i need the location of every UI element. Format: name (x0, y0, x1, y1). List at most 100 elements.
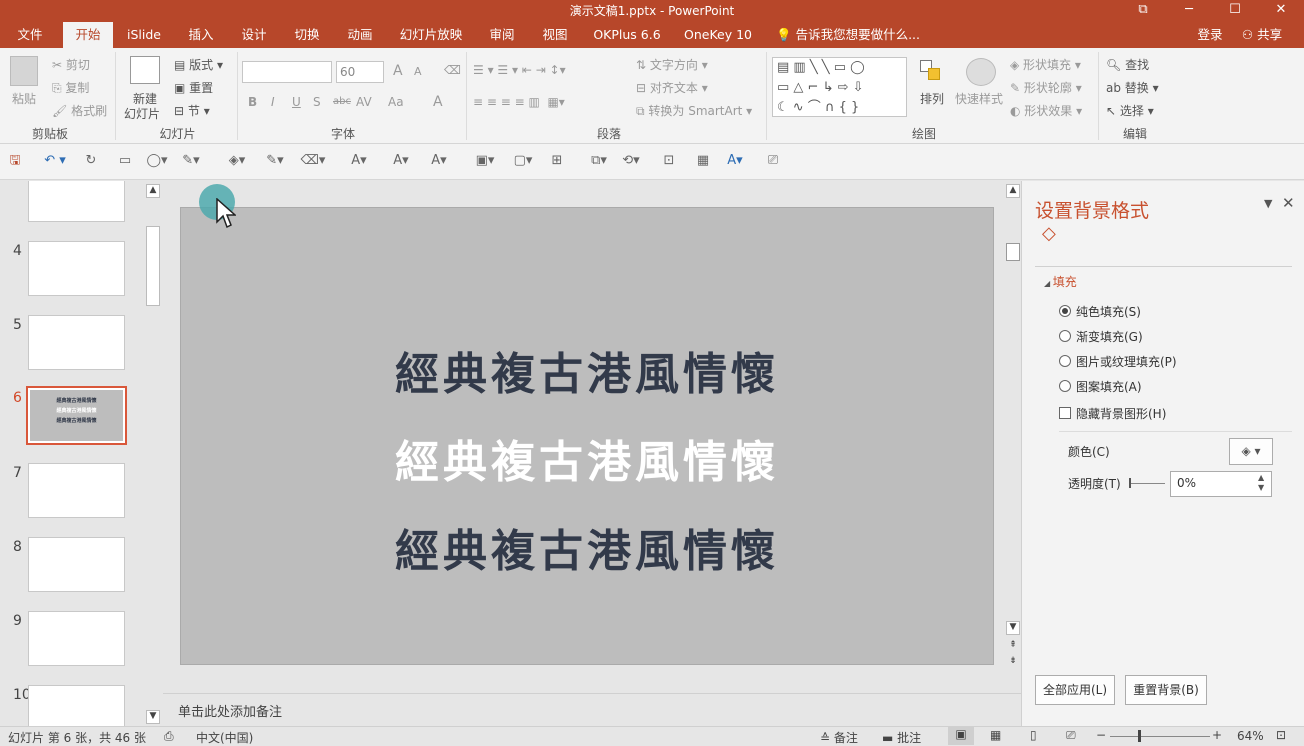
tell-me-box[interactable]: 💡 告诉我您想要做什么... (776, 22, 926, 48)
tab-11[interactable]: OneKey 10 (678, 22, 758, 48)
share-button[interactable]: ⚇ 共享 (1236, 22, 1288, 48)
shape-outline-button[interactable]: ✎ 形状轮廓 ▾ (1010, 79, 1082, 96)
bring-forward-icon[interactable]: ⧉▾ (584, 152, 614, 170)
arrange-icon[interactable] (918, 58, 946, 86)
eraser-icon[interactable]: ⌫▾ (298, 152, 328, 170)
rotate-icon[interactable]: ⟲▾ (616, 152, 646, 170)
char-spacing-button[interactable]: AV (356, 95, 372, 109)
color-picker-button[interactable]: ◈ ▾ (1229, 438, 1273, 465)
group-icon[interactable]: ▣▾ (470, 152, 500, 170)
font-color-button[interactable]: A (433, 94, 443, 110)
undo-icon[interactable]: ↶ ▾ (40, 152, 70, 170)
slide-sorter-icon[interactable]: ▦ (694, 152, 712, 170)
textbox-icon[interactable]: ▭ (116, 152, 134, 170)
format-painter-button[interactable]: 🖌 格式刷 (52, 102, 107, 119)
scroll-thumb[interactable] (146, 226, 160, 306)
zoom-slider[interactable] (1110, 736, 1210, 737)
transparency-slider[interactable] (1129, 483, 1165, 484)
transparency-slider-thumb[interactable] (1129, 478, 1131, 488)
scroll-up-arrow-icon[interactable]: ▲ (1006, 184, 1020, 198)
shape-icon[interactable]: ◯▾ (142, 152, 172, 170)
comments-toggle[interactable]: ▬ 批注 (882, 729, 921, 746)
find-button[interactable]: 🔍︎ 查找 (1106, 56, 1149, 73)
pane-close-icon[interactable]: ✕ (1282, 194, 1295, 212)
tab-2[interactable]: iSlide (121, 22, 167, 48)
zoom-in-icon[interactable]: + (1212, 728, 1222, 742)
paste-button[interactable]: 粘贴 (12, 90, 36, 107)
hide-bg-label[interactable]: 隐藏背景图形(H) (1076, 405, 1166, 422)
slide-thumbnail[interactable] (28, 537, 125, 592)
bold-button[interactable]: B (248, 95, 257, 109)
maximize-button[interactable]: ☐ (1212, 0, 1258, 22)
slide-text-line3[interactable]: 經典複古港風情懷 (181, 515, 993, 579)
close-button[interactable]: ✕ (1258, 0, 1304, 22)
pane-options-icon[interactable]: ▼ (1264, 197, 1272, 210)
fill-option-label[interactable]: 图案填充(A) (1076, 378, 1142, 395)
section-button[interactable]: ⊟ 节 ▾ (174, 102, 210, 119)
fit-slide-icon[interactable]: ⊡ (1276, 728, 1286, 742)
font-size-box[interactable]: 60 (336, 61, 384, 83)
redo-icon[interactable]: ↻ (82, 152, 100, 170)
notes-placeholder[interactable]: 单击此处添加备注 (178, 701, 282, 720)
outline-icon[interactable]: ✎▾ (260, 152, 290, 170)
reading-view-icon[interactable]: ▯ (1030, 728, 1037, 742)
shapes-gallery[interactable]: ▤ ▥ ╲ ╲ ▭ ◯ ▭ △ ⌐ ↳ ⇨ ⇩ ☾ ∿ ⌒ ∩ { } (772, 57, 907, 117)
transparency-input[interactable]: 0% (1170, 471, 1272, 497)
scroll-up-arrow-icon[interactable]: ▲ (146, 184, 160, 198)
tab-3[interactable]: 插入 (180, 22, 222, 48)
quick-styles-icon[interactable] (966, 58, 996, 86)
animation-icon[interactable]: A▾ (720, 152, 750, 170)
slide-thumbnail[interactable] (28, 241, 125, 296)
layout-button[interactable]: ▤ 版式 ▾ (174, 56, 223, 73)
fill-option-radio[interactable] (1059, 330, 1071, 342)
minimize-button[interactable]: ─ (1166, 0, 1212, 22)
slide-scrollbar[interactable]: ▲ ▼ ⇞ ⇟ (1005, 181, 1021, 671)
fill-option-label[interactable]: 渐变填充(G) (1076, 328, 1143, 345)
grow-font-button[interactable]: A (393, 63, 403, 79)
shrink-font-button[interactable]: A (414, 65, 422, 78)
slide-thumbnail[interactable] (28, 315, 125, 370)
copy-button[interactable]: ⎘ 复制 (52, 79, 89, 96)
fill-option-radio[interactable] (1059, 305, 1071, 317)
restore-ribbon-icon[interactable]: ⧉ (1120, 0, 1166, 22)
notes-toggle[interactable]: ≙ 备注 (820, 729, 858, 746)
fill-option-radio[interactable] (1059, 355, 1071, 367)
reset-button[interactable]: ▣ 重置 (174, 79, 213, 96)
select-button[interactable]: ↖ 选择 ▾ (1106, 102, 1154, 119)
login-link[interactable]: 登录 (1192, 22, 1228, 48)
tab-7[interactable]: 幻灯片放映 (393, 22, 469, 48)
strikethrough-button[interactable]: abc (333, 96, 351, 107)
new-slide-icon[interactable] (130, 56, 160, 84)
fill-section-header[interactable]: ◢ 填充 (1044, 273, 1077, 290)
arrange-button[interactable]: 排列 (920, 90, 944, 107)
slideshow-view-icon[interactable]: ⎚ (1066, 728, 1076, 743)
tab-9[interactable]: 视图 (534, 22, 576, 48)
new-slide-line2[interactable]: 幻灯片 (124, 105, 160, 122)
font-name-box[interactable] (242, 61, 332, 83)
change-case-button[interactable]: Aa (388, 95, 404, 109)
slide-text-line1[interactable]: 經典複古港風情懷 (181, 338, 993, 402)
cut-button[interactable]: ✂ 剪切 (52, 56, 90, 73)
reset-background-button[interactable]: 重置背景(B) (1125, 675, 1207, 705)
prev-slide-icon[interactable]: ⇞ (1006, 640, 1020, 650)
pen-tool-icon[interactable]: ✎▾ (176, 152, 206, 170)
notes-pane[interactable]: 单击此处添加备注 (163, 693, 1021, 726)
fill-option-radio[interactable] (1059, 380, 1071, 392)
text-color-icon[interactable]: A▾ (344, 152, 374, 170)
spin-arrows-icon[interactable]: ▲ ▼ (1258, 473, 1264, 493)
spell-check-icon[interactable]: ⎙ (164, 729, 174, 744)
text-direction-button[interactable]: ⇅ 文字方向 ▾ (636, 56, 708, 73)
tab-0[interactable]: 文件 (8, 22, 52, 48)
slide-canvas[interactable]: 經典複古港風情懷 經典複古港風情懷 經典複古港風情懷 (180, 207, 994, 665)
shape-effects-button[interactable]: ◐ 形状效果 ▾ (1010, 102, 1082, 119)
language-indicator[interactable]: 中文(中国) (196, 729, 253, 746)
fill-icon[interactable]: ◈▾ (222, 152, 252, 170)
smartart-button[interactable]: ⧉ 转换为 SmartArt ▾ (636, 102, 752, 119)
crop-icon[interactable]: ⊡ (660, 152, 678, 170)
slide-thumbnail[interactable] (28, 611, 125, 666)
clear-format-icon[interactable]: ⌫ (444, 63, 461, 77)
zoom-out-icon[interactable]: − (1096, 728, 1106, 742)
scroll-thumb[interactable] (1006, 243, 1020, 261)
next-slide-icon[interactable]: ⇟ (1006, 656, 1020, 666)
tab-5[interactable]: 切换 (286, 22, 328, 48)
